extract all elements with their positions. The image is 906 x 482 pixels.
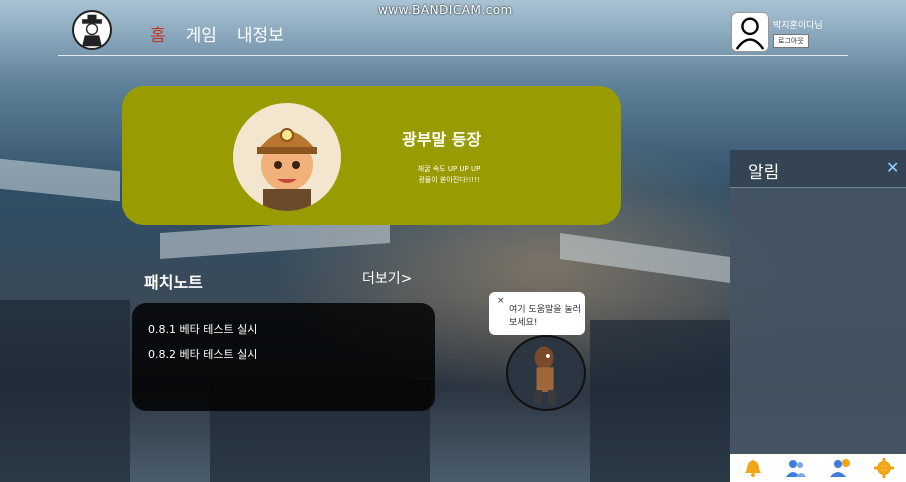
banner-description: 채굴 속도 UP UP UP 광물이 쏟아진다!!!!!: [417, 165, 481, 184]
nav-home[interactable]: 홈: [150, 21, 166, 46]
users-icon[interactable]: [785, 458, 807, 478]
patch-notes-title: 패치노트: [144, 273, 203, 292]
notification-title: 알림: [748, 163, 780, 183]
help-mascot-button[interactable]: [506, 335, 586, 411]
gear-icon[interactable]: [873, 458, 895, 478]
patch-note-item[interactable]: 0.8.2 베타 테스트 실시: [148, 346, 257, 362]
username: 박지훈이다님: [773, 21, 823, 31]
patch-note-item[interactable]: 0.8.1 베타 테스트 실시: [148, 321, 257, 337]
header-divider: [58, 55, 848, 56]
notification-panel: 알림 ✕: [730, 150, 906, 482]
notification-footer: [730, 454, 906, 482]
recording-watermark: www.BANDICAM.com: [378, 3, 513, 17]
notification-header: 알림 ✕: [730, 150, 906, 188]
bell-icon[interactable]: [742, 458, 764, 478]
user-add-icon[interactable]: [829, 458, 851, 478]
site-logo[interactable]: [72, 10, 112, 50]
banner-title: 광부말 등장: [402, 130, 482, 149]
user-avatar-icon: [735, 17, 765, 50]
logout-button[interactable]: 로그아웃: [773, 34, 809, 48]
tooltip-close-button[interactable]: ×: [497, 296, 505, 306]
nav-profile[interactable]: 내정보: [237, 21, 284, 46]
miner-horse-image: [233, 103, 341, 211]
tooltip-text: 여기 도움말을 눌러보세요!: [509, 305, 581, 328]
main-nav: 홈 게임 내정보: [150, 21, 284, 46]
nav-game[interactable]: 게임: [186, 21, 217, 46]
character-logo-icon: [82, 14, 102, 47]
avatar[interactable]: [731, 12, 769, 52]
patch-notes-more-link[interactable]: 더보기>: [362, 268, 412, 288]
notification-close-icon[interactable]: ✕: [886, 158, 899, 177]
event-banner[interactable]: 광부말 등장 채굴 속도 UP UP UP 광물이 쏟아진다!!!!!: [122, 86, 621, 225]
patch-notes-list: 0.8.1 베타 테스트 실시 0.8.2 베타 테스트 실시: [132, 303, 435, 411]
help-tooltip: × 여기 도움말을 눌러보세요!: [489, 292, 585, 335]
horse-mascot-icon: [534, 346, 556, 406]
